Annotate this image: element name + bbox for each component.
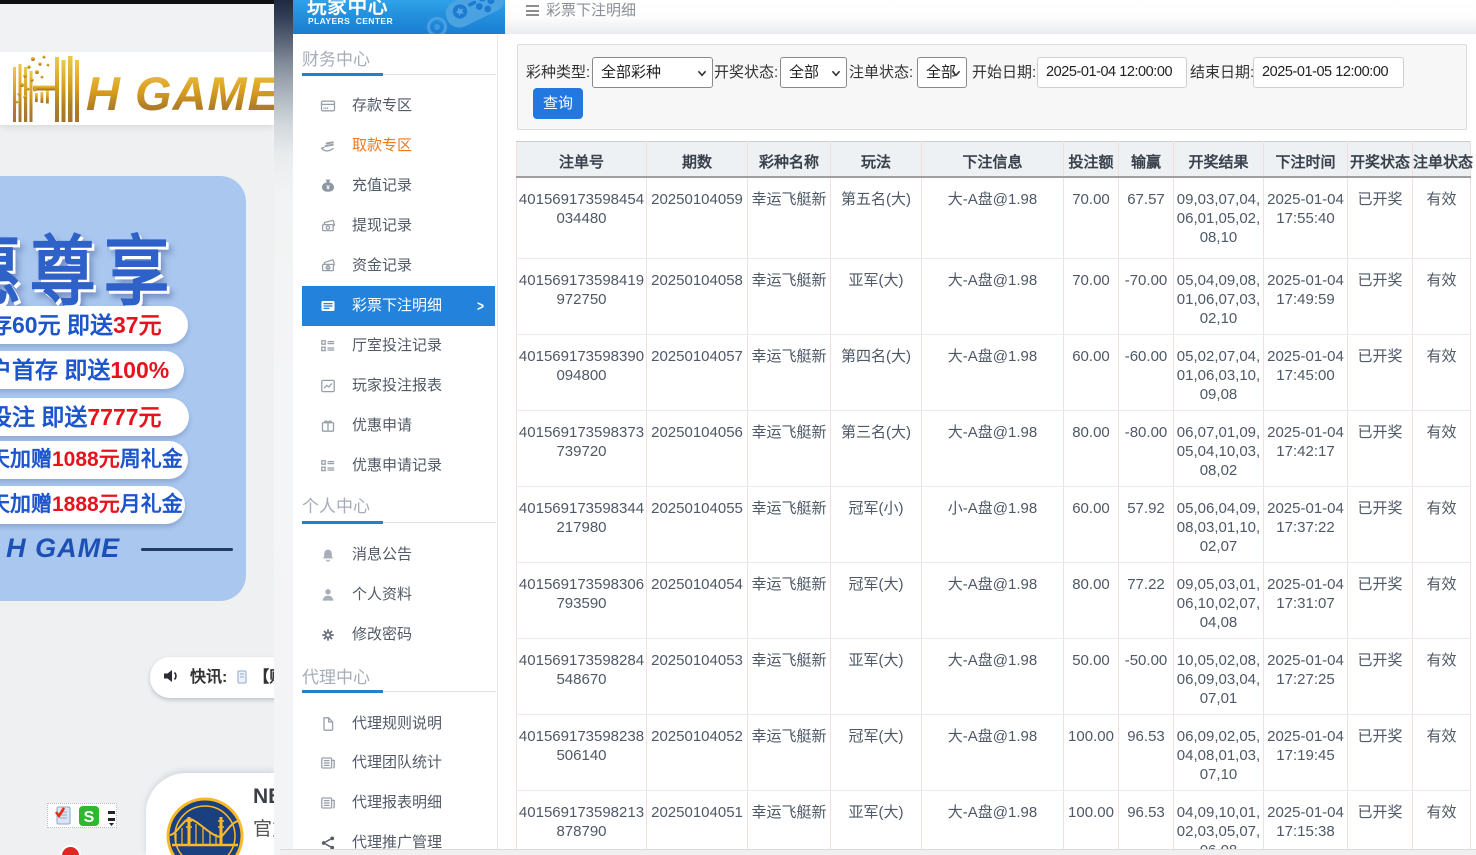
svg-text:官方: 官方	[253, 818, 274, 840]
svg-text:NB: NB	[253, 785, 274, 808]
svg-text:S: S	[84, 809, 95, 826]
svg-text:¥: ¥	[326, 184, 330, 191]
svg-text:H GAME: H GAME	[86, 67, 274, 120]
